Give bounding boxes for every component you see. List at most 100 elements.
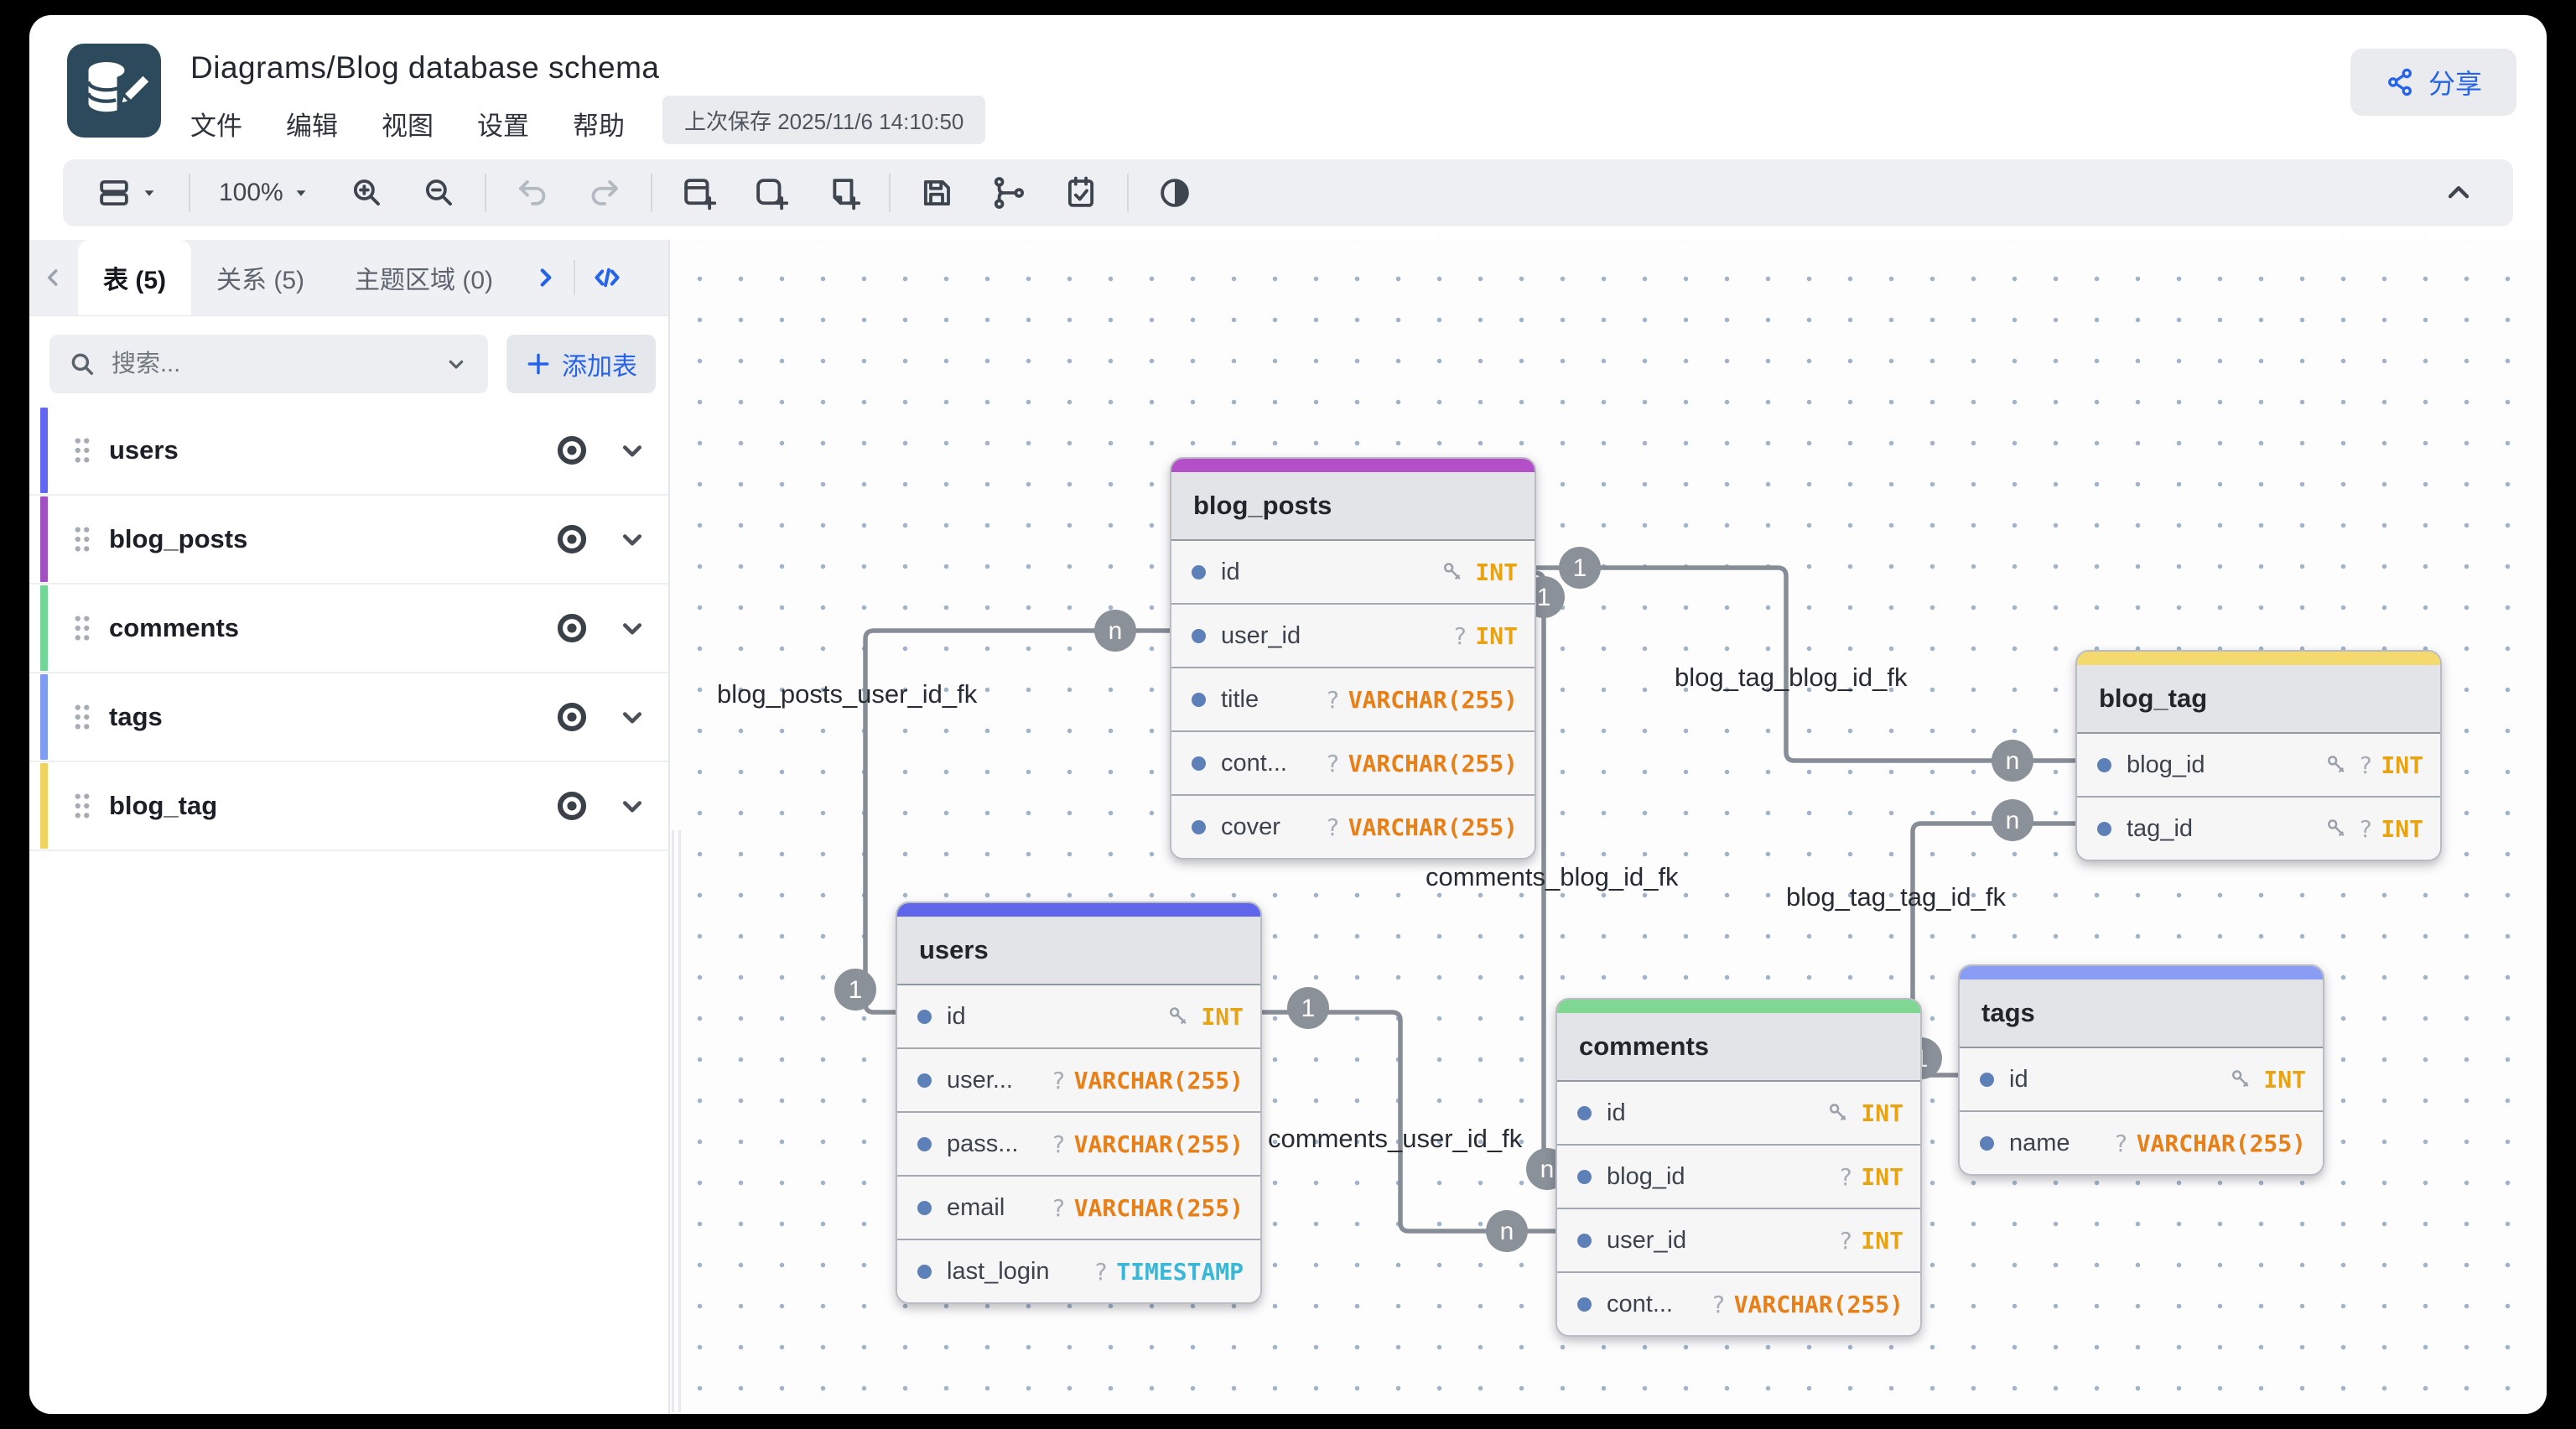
drag-handle-icon[interactable] (65, 788, 100, 824)
add-note-icon (825, 175, 860, 210)
menu-item-edit[interactable]: 编辑 (286, 109, 338, 144)
toolbar-divider (1127, 174, 1129, 212)
search-input[interactable] (110, 350, 429, 379)
sidebar-table-item-blog_tag[interactable]: blog_tag (29, 762, 668, 851)
field-row-title[interactable]: title ? VARCHAR(255) (1171, 668, 1535, 732)
redo-button[interactable] (579, 169, 631, 216)
field-dot (1192, 629, 1206, 643)
expand-table-button[interactable] (615, 433, 650, 468)
relationship-label: blog_tag_blog_id_fk (1675, 663, 1908, 692)
add-note-button[interactable] (817, 169, 869, 216)
share-button[interactable]: 分享 (2350, 49, 2516, 116)
toggle-visibility-button[interactable] (553, 520, 591, 559)
share-icon (2385, 67, 2415, 97)
cardinality-badge: n (1094, 610, 1136, 652)
chevron-down-icon[interactable] (443, 351, 470, 377)
expand-table-button[interactable] (615, 788, 650, 824)
sidebar-resize-handle[interactable] (678, 830, 681, 1412)
field-name: tag_id (2127, 815, 2193, 843)
nullable-mark: ? (1711, 1291, 1726, 1318)
theme-toggle-button[interactable] (1149, 169, 1201, 216)
diagram-canvas[interactable]: blog_posts_user_id_fk1ncomments_user_id_… (668, 240, 2547, 1414)
nullable-mark: ? (1326, 686, 1340, 714)
diagram-table-tags[interactable]: tags id INT name ? VARCHAR(255) (1958, 964, 2324, 1176)
field-row-last_login[interactable]: last_login ? TIMESTAMP (897, 1240, 1260, 1302)
drag-handle-icon[interactable] (65, 699, 100, 735)
drag-handle-icon[interactable] (65, 522, 100, 557)
save-button[interactable] (911, 169, 963, 216)
field-row-cont[interactable]: cont... ? VARCHAR(255) (1557, 1273, 1920, 1335)
field-row-name[interactable]: name ? VARCHAR(255) (1960, 1112, 2323, 1174)
field-row-id[interactable]: id INT (897, 985, 1260, 1049)
diagram-table-comments[interactable]: comments id INT blog_id ? INT (1555, 998, 1922, 1337)
field-row-blog_id[interactable]: blog_id ? INT (2077, 734, 2440, 798)
field-row-cont[interactable]: cont... ? VARCHAR(255) (1171, 732, 1535, 796)
field-row-user_id[interactable]: user_id ? INT (1557, 1209, 1920, 1273)
undo-button[interactable] (506, 169, 558, 216)
field-row-id[interactable]: id INT (1557, 1082, 1920, 1146)
toolbar-collapse-button[interactable] (2429, 169, 2488, 216)
menu-item-settings[interactable]: 设置 (477, 109, 529, 144)
field-row-id[interactable]: id INT (1960, 1048, 2323, 1112)
table-color-bar (40, 763, 48, 849)
field-row-cover[interactable]: cover ? VARCHAR(255) (1171, 796, 1535, 858)
sidebar-table-item-blog_posts[interactable]: blog_posts (29, 496, 668, 585)
field-row-email[interactable]: email ? VARCHAR(255) (897, 1177, 1260, 1240)
diagram-table-users[interactable]: users id INT user... ? VARCHAR(255) (896, 902, 1262, 1304)
zoom-level-dropdown[interactable]: 100% (210, 169, 320, 216)
tab-subject-areas[interactable]: 主题区域 (0) (330, 240, 518, 315)
field-row-user[interactable]: user... ? VARCHAR(255) (897, 1049, 1260, 1113)
tabs-scroll-right-button[interactable] (518, 262, 574, 293)
expand-table-button[interactable] (615, 611, 650, 646)
add-area-button[interactable] (745, 169, 797, 216)
table-accent-bar (1171, 459, 1535, 472)
relationships-button[interactable] (983, 169, 1035, 216)
expand-table-button[interactable] (615, 699, 650, 735)
field-row-blog_id[interactable]: blog_id ? INT (1557, 1146, 1920, 1209)
expand-table-button[interactable] (615, 522, 650, 557)
field-row-pass[interactable]: pass... ? VARCHAR(255) (897, 1113, 1260, 1177)
diagram-scene: blog_posts_user_id_fk1ncomments_user_id_… (668, 240, 2547, 1414)
todo-button[interactable] (1055, 169, 1107, 216)
field-row-id[interactable]: id INT (1171, 541, 1535, 605)
toggle-visibility-button[interactable] (553, 787, 591, 825)
add-table-icon (681, 175, 716, 210)
toggle-visibility-button[interactable] (553, 698, 591, 736)
nullable-mark: ? (1326, 750, 1340, 777)
toolbar-divider (651, 174, 652, 212)
diagram-table-blog_tag[interactable]: blog_tag blog_id ? INT tag_id ? INT (2075, 650, 2442, 861)
add-table-button[interactable] (673, 169, 724, 216)
sidebar-table-item-users[interactable]: users (29, 407, 668, 496)
field-type: VARCHAR(255) (1348, 686, 1518, 714)
sidebar-resize-handle[interactable] (672, 830, 674, 1412)
plus-icon (525, 351, 552, 377)
toggle-visibility-button[interactable] (553, 609, 591, 647)
tab-tables[interactable]: 表 (5) (78, 240, 191, 315)
field-row-user_id[interactable]: user_id ? INT (1171, 605, 1535, 668)
zoom-in-button[interactable] (340, 169, 392, 216)
field-row-tag_id[interactable]: tag_id ? INT (2077, 798, 2440, 860)
add-table-button[interactable]: 添加表 (506, 335, 656, 393)
tabs-scroll-left-button[interactable] (29, 263, 78, 292)
menu-item-file[interactable]: 文件 (190, 109, 242, 144)
code-view-button[interactable] (575, 260, 639, 295)
view-mode-button[interactable] (88, 169, 169, 216)
menu-item-help[interactable]: 帮助 (573, 109, 625, 144)
key-icon (1440, 559, 1467, 585)
nullable-mark: ? (2359, 815, 2373, 843)
drag-handle-icon[interactable] (65, 433, 100, 468)
toggle-visibility-button[interactable] (553, 431, 591, 470)
menu-item-view[interactable]: 视图 (382, 109, 434, 144)
zoom-out-button[interactable] (413, 169, 465, 216)
tab-relationships[interactable]: 关系 (5) (191, 240, 330, 315)
sidebar-table-item-tags[interactable]: tags (29, 673, 668, 762)
field-name: user... (947, 1067, 1013, 1094)
relationship-line-comments_user_id_fk[interactable] (1262, 1012, 1555, 1231)
diagram-table-blog_posts[interactable]: blog_posts id INT user_id ? INT (1170, 457, 1536, 860)
sidebar-table-item-comments[interactable]: comments (29, 585, 668, 673)
nullable-mark: ? (1052, 1130, 1066, 1158)
save-icon (919, 175, 954, 210)
svg-text:n: n (1109, 617, 1123, 645)
field-name: id (1607, 1099, 1626, 1127)
drag-handle-icon[interactable] (65, 611, 100, 646)
